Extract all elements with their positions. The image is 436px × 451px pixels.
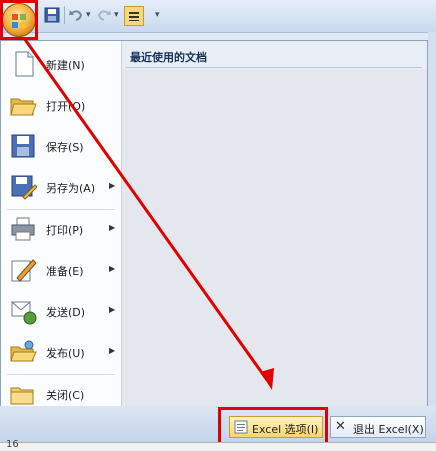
annotation-arrow — [22, 37, 274, 390]
